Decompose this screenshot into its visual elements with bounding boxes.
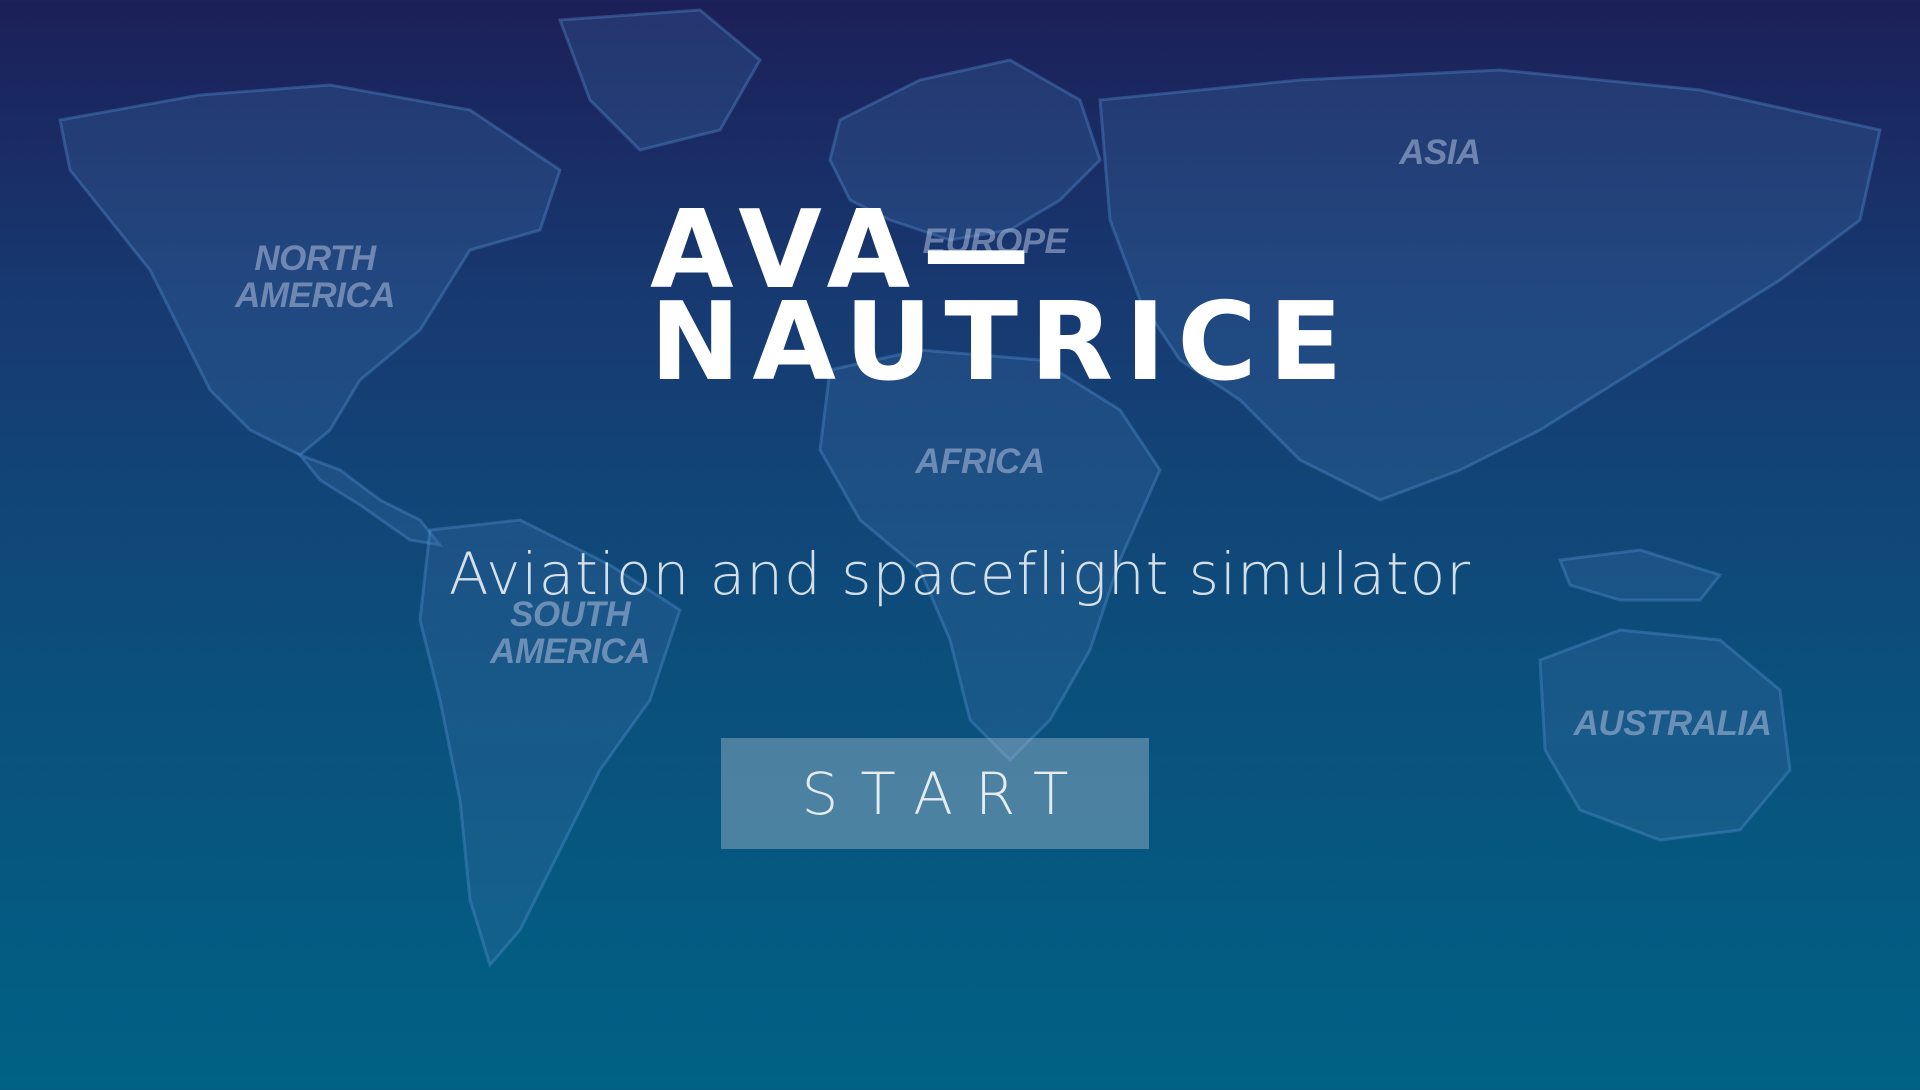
central-america-shape [295,451,444,548]
app-title: AVA— NAUTRICE [650,197,1355,405]
greenland-shape [557,8,762,152]
app-subtitle: Aviation and spaceflight simulator [448,540,1472,608]
app-title-line-2: NAUTRICE [650,280,1355,405]
label-north-america: NORTH AMERICA [235,239,395,315]
label-africa: AFRICA [915,442,1045,481]
label-asia: ASIA [1399,133,1481,172]
label-australia: AUSTRALIA [1573,704,1772,743]
start-button[interactable]: START [721,738,1149,849]
